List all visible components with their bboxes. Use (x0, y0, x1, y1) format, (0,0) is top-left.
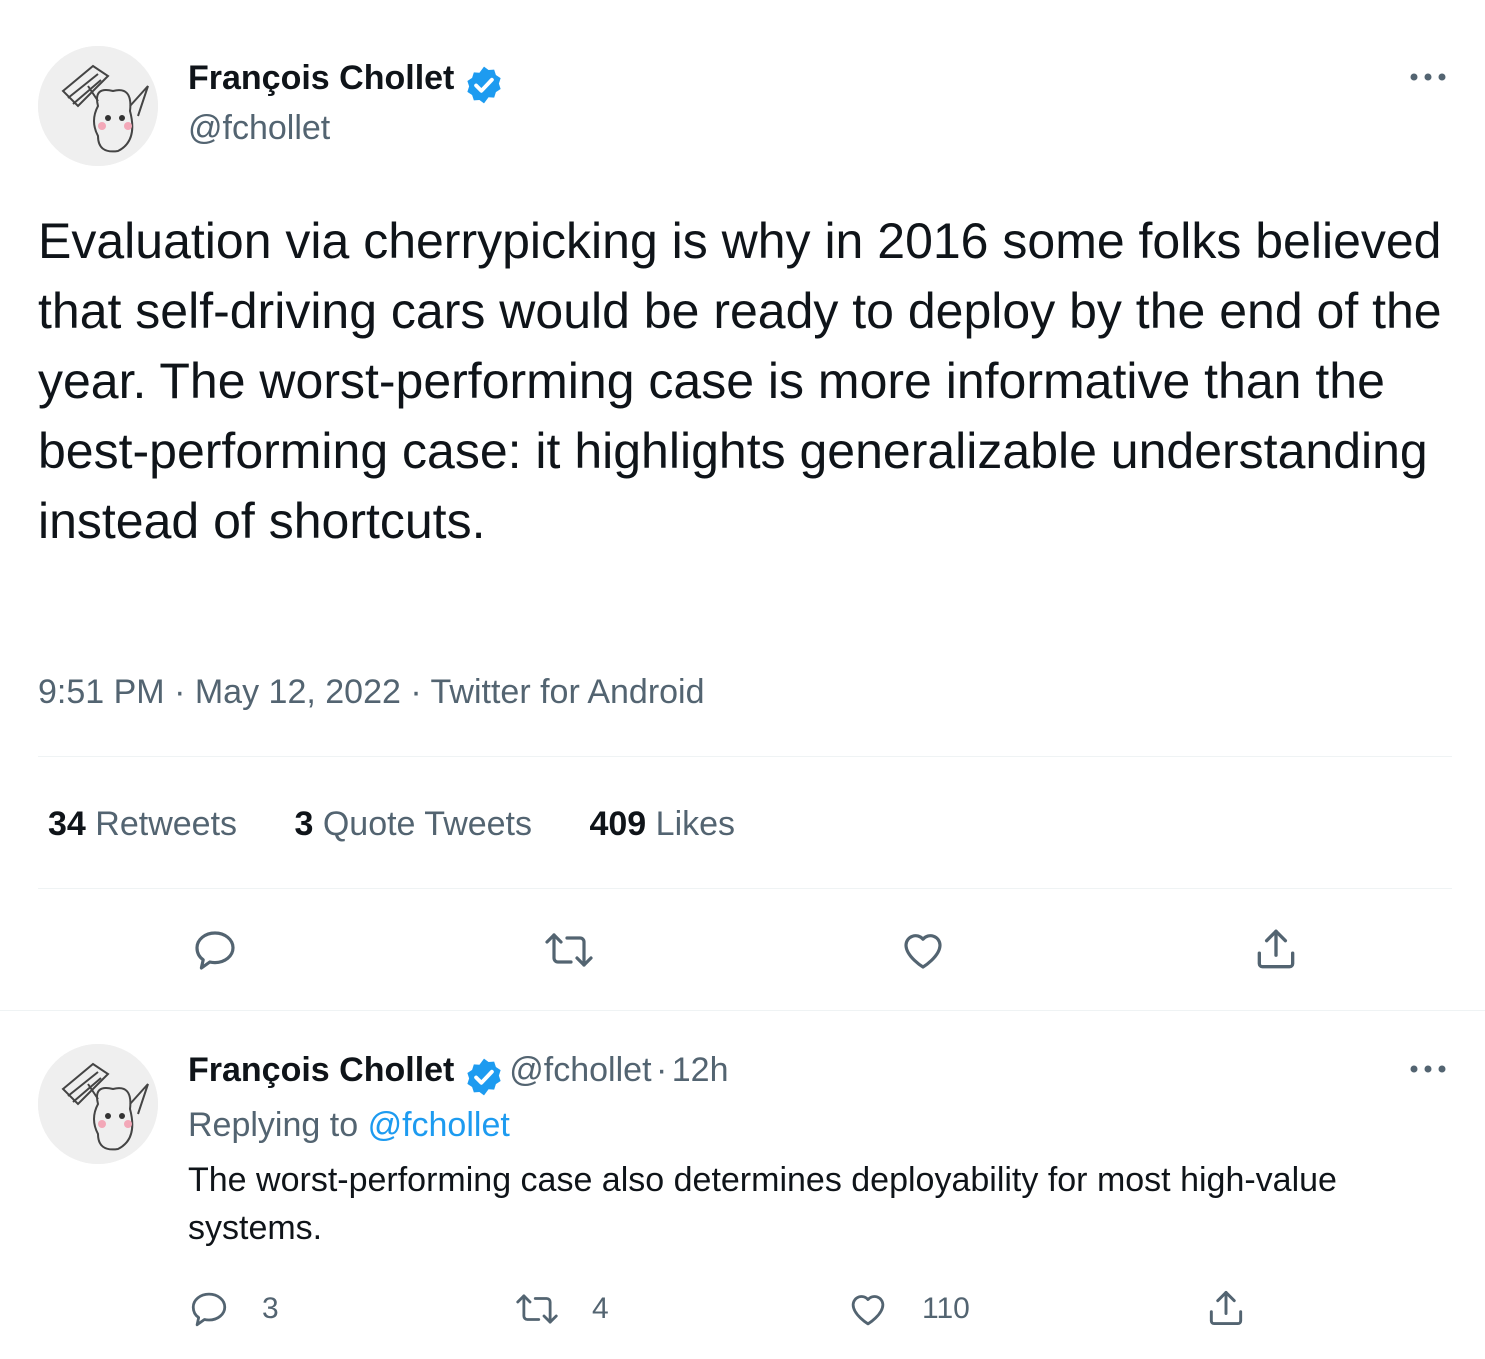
replying-to-label: Replying to (188, 1106, 359, 1144)
avatar-sketch-icon (38, 46, 158, 166)
reply-author-line: François Chollet @fchollet · 12h (188, 1050, 729, 1098)
avatar-sketch-icon (38, 1044, 158, 1164)
replying-to-line: Replying to @fchollet (188, 1105, 510, 1145)
reply-author-name[interactable]: François Chollet (188, 1051, 454, 1089)
author-handle[interactable]: @fchollet (188, 108, 330, 148)
reply-icon[interactable] (190, 926, 240, 974)
reply-like-action[interactable]: 110 (846, 1288, 970, 1330)
tweet-stats: 34 Retweets 3 Quote Tweets 409 Likes (48, 804, 783, 844)
tweet-meta: 9:51 PM · May 12, 2022 · Twitter for And… (38, 672, 705, 712)
avatar[interactable] (38, 46, 158, 166)
divider (0, 1010, 1485, 1011)
tweet-source[interactable]: Twitter for Android (431, 673, 705, 711)
tweet-text: Evaluation via cherrypicking is why in 2… (38, 213, 1442, 549)
divider (38, 888, 1452, 889)
author-line: François Chollet (188, 58, 505, 106)
reply-time[interactable]: 12h (672, 1051, 729, 1089)
share-icon[interactable] (1204, 1286, 1248, 1335)
reply-avatar[interactable] (38, 1044, 158, 1164)
tweet-date[interactable]: May 12, 2022 (195, 673, 401, 711)
meta-separator: · (410, 673, 422, 711)
like-icon[interactable] (898, 926, 948, 974)
like-icon[interactable] (846, 1288, 890, 1330)
share-icon[interactable] (1250, 924, 1302, 974)
retweet-icon[interactable] (540, 926, 598, 974)
likes-label: Likes (655, 805, 736, 843)
meta-separator: · (655, 1051, 668, 1089)
like-count: 110 (922, 1292, 970, 1325)
likes-stat[interactable]: 409 Likes (589, 804, 735, 844)
meta-separator: · (174, 673, 186, 711)
verified-badge-icon (459, 1056, 505, 1098)
retweets-label: Retweets (95, 805, 238, 843)
reply-text: The worst-performing case also determine… (188, 1161, 1337, 1247)
retweet-icon[interactable] (512, 1288, 562, 1330)
reply-author-handle[interactable]: @fchollet (509, 1051, 651, 1089)
quotes-stat[interactable]: 3 Quote Tweets (294, 804, 532, 844)
retweet-count: 4 (592, 1292, 609, 1325)
retweets-count: 34 (48, 805, 86, 843)
replying-to-handle[interactable]: @fchollet (368, 1106, 510, 1144)
more-options-icon[interactable] (1408, 66, 1448, 87)
retweets-stat[interactable]: 34 Retweets (48, 804, 237, 844)
reply-icon[interactable] (188, 1288, 230, 1330)
reply-retweet-action[interactable]: 4 (512, 1288, 609, 1330)
more-options-icon[interactable] (1408, 1058, 1448, 1079)
likes-count: 409 (589, 805, 647, 843)
reply-count: 3 (262, 1292, 279, 1325)
author-name[interactable]: François Chollet (188, 59, 454, 97)
divider (38, 756, 1452, 757)
verified-badge-icon (459, 64, 505, 106)
quotes-label: Quote Tweets (322, 805, 533, 843)
tweet-time[interactable]: 9:51 PM (38, 673, 165, 711)
quotes-count: 3 (294, 805, 314, 843)
reply-reply-action[interactable]: 3 (188, 1288, 279, 1330)
